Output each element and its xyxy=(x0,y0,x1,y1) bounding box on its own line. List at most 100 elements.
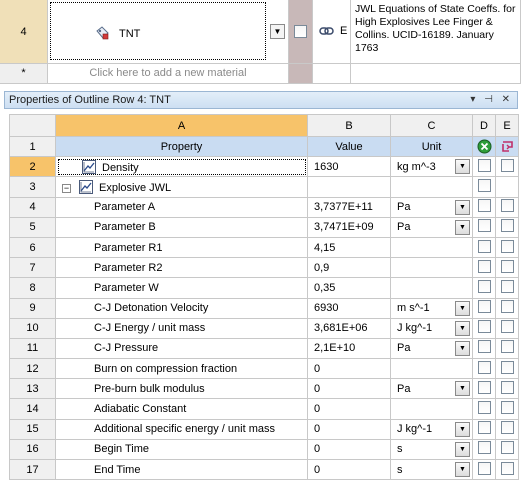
property-unit-cell[interactable] xyxy=(390,277,473,299)
parameter-checkbox[interactable] xyxy=(500,259,514,273)
property-value-cell[interactable]: 3,681E+06 xyxy=(307,317,391,339)
row-number[interactable]: 3 xyxy=(9,176,56,198)
property-chart-icon[interactable] xyxy=(79,179,93,194)
property-name-cell[interactable]: Parameter B xyxy=(55,216,308,238)
row-number[interactable]: 7 xyxy=(9,257,56,279)
property-value-cell[interactable]: 0,9 xyxy=(307,257,391,279)
property-unit-cell[interactable]: J kg^-1 ▼ xyxy=(390,418,473,440)
row-number[interactable]: 12 xyxy=(9,358,56,380)
property-name-cell[interactable]: Additional specific energy / unit mass xyxy=(55,418,308,440)
property-row[interactable]: 9 C-J Detonation Velocity 6930 m s^-1 ▼ xyxy=(9,297,519,319)
property-value-cell[interactable]: 0 xyxy=(307,358,391,380)
parameter-checkbox[interactable] xyxy=(500,158,514,172)
parameter-checkbox[interactable] xyxy=(500,421,514,435)
property-value-cell[interactable]: 0,35 xyxy=(307,277,391,299)
row-number[interactable]: 8 xyxy=(9,277,56,299)
property-unit-cell[interactable]: Pa ▼ xyxy=(390,378,473,400)
property-row[interactable]: 5 Parameter B 3,7471E+09 Pa ▼ xyxy=(9,216,519,238)
suppress-checkbox[interactable] xyxy=(477,158,491,172)
property-row[interactable]: 13 Pre-burn bulk modulus 0 Pa ▼ xyxy=(9,378,519,400)
property-unit-cell[interactable] xyxy=(390,236,473,259)
property-value-cell[interactable]: 0 xyxy=(307,438,391,461)
unit-dropdown-button[interactable]: ▼ xyxy=(455,219,470,235)
property-row[interactable]: 11 C-J Pressure 2,1E+10 Pa ▼ xyxy=(9,337,519,360)
row-number[interactable]: 4 xyxy=(9,196,56,218)
property-unit-cell[interactable]: kg m^-3 ▼ xyxy=(390,156,473,178)
property-unit-cell[interactable]: Pa ▼ xyxy=(390,216,473,238)
parameter-checkbox[interactable] xyxy=(500,380,514,394)
property-value-cell[interactable]: 3,7471E+09 xyxy=(307,216,391,238)
outline-checkbox[interactable] xyxy=(294,25,307,38)
property-name-cell[interactable]: Adiabatic Constant xyxy=(55,398,308,420)
property-unit-cell[interactable]: Pa ▼ xyxy=(390,337,473,360)
property-row[interactable]: 14 Adiabatic Constant 0 xyxy=(9,398,519,420)
property-row[interactable]: 2 Density 1630 kg m^-3 ▼ xyxy=(9,156,519,178)
row-number[interactable]: 16 xyxy=(9,438,56,461)
property-row[interactable]: 16 Begin Time 0 s ▼ xyxy=(9,438,519,461)
outline-row-number[interactable]: 4 xyxy=(0,0,48,64)
unit-dropdown-button[interactable]: ▼ xyxy=(455,381,470,397)
material-dropdown-button[interactable]: ▼ xyxy=(270,24,285,39)
property-value-cell[interactable]: 0 xyxy=(307,418,391,440)
parameter-checkbox[interactable] xyxy=(500,340,514,354)
material-name-cell[interactable]: TNT ▼ xyxy=(48,0,289,64)
panel-window-controls[interactable]: ▾ ⊣ ✕ xyxy=(470,92,513,108)
property-name-cell[interactable]: Pre-burn bulk modulus xyxy=(55,378,308,400)
property-row[interactable]: 7 Parameter R2 0,9 xyxy=(9,257,519,279)
property-name-cell[interactable]: C-J Pressure xyxy=(55,337,308,360)
suppress-checkbox[interactable] xyxy=(477,199,491,213)
column-header-b[interactable]: B xyxy=(307,114,391,137)
suppress-checkbox[interactable] xyxy=(477,300,491,314)
row-number[interactable]: 9 xyxy=(9,297,56,319)
unit-dropdown-button[interactable]: ▼ xyxy=(455,320,470,336)
row-number[interactable]: 15 xyxy=(9,418,56,440)
suppress-checkbox[interactable] xyxy=(477,279,491,293)
property-name-cell[interactable]: C-J Energy / unit mass xyxy=(55,317,308,339)
parameter-checkbox[interactable] xyxy=(500,401,514,415)
suppress-checkbox[interactable] xyxy=(477,219,491,233)
property-name-cell[interactable]: Begin Time xyxy=(55,438,308,461)
property-name-cell[interactable]: Burn on compression fraction xyxy=(55,358,308,380)
property-row[interactable]: 12 Burn on compression fraction 0 xyxy=(9,358,519,380)
parameter-checkbox[interactable] xyxy=(500,219,514,233)
property-name-cell[interactable]: Parameter R2 xyxy=(55,257,308,279)
property-value-cell[interactable]: 1630 xyxy=(307,156,391,178)
property-value-cell[interactable]: 3,7377E+11 xyxy=(307,196,391,218)
unit-dropdown-button[interactable]: ▼ xyxy=(455,441,470,457)
row-number[interactable]: 2 xyxy=(9,156,56,178)
property-unit-cell[interactable] xyxy=(390,358,473,380)
suppress-checkbox[interactable] xyxy=(477,340,491,354)
suppress-checkbox[interactable] xyxy=(477,239,491,253)
property-row[interactable]: 6 Parameter R1 4,15 xyxy=(9,236,519,259)
property-unit-cell[interactable] xyxy=(390,257,473,279)
property-value-cell[interactable]: 0 xyxy=(307,398,391,420)
property-unit-cell[interactable] xyxy=(390,398,473,420)
add-material-placeholder[interactable]: Click here to add a new material xyxy=(48,64,289,84)
property-unit-cell[interactable]: Pa ▼ xyxy=(390,196,473,218)
row-number[interactable]: 10 xyxy=(9,317,56,339)
property-value-cell[interactable]: 0 xyxy=(307,458,391,481)
row-number[interactable]: 13 xyxy=(9,378,56,400)
property-unit-cell[interactable]: s ▼ xyxy=(390,458,473,481)
parameter-checkbox[interactable] xyxy=(500,279,514,293)
property-unit-cell[interactable]: J kg^-1 ▼ xyxy=(390,317,473,339)
property-name-cell[interactable]: Parameter R1 xyxy=(55,236,308,259)
parameter-checkbox[interactable] xyxy=(500,461,514,475)
property-row[interactable]: 10 C-J Energy / unit mass 3,681E+06 J kg^-1… xyxy=(9,317,519,339)
suppress-checkbox[interactable] xyxy=(477,259,491,273)
unit-dropdown-button[interactable]: ▼ xyxy=(455,421,470,437)
property-unit-cell[interactable] xyxy=(390,176,473,198)
property-row[interactable]: 4 Parameter A 3,7377E+11 Pa ▼ xyxy=(9,196,519,218)
parameter-checkbox[interactable] xyxy=(500,360,514,374)
column-header-d[interactable]: D xyxy=(472,114,496,137)
suppress-checkbox[interactable] xyxy=(477,320,491,334)
collapse-icon[interactable]: − xyxy=(62,183,71,193)
column-header-c[interactable]: C xyxy=(390,114,473,137)
parameter-checkbox[interactable] xyxy=(500,199,514,213)
suppress-checkbox[interactable] xyxy=(477,461,491,475)
property-value-cell[interactable]: 6930 xyxy=(307,297,391,319)
suppress-checkbox[interactable] xyxy=(477,178,491,192)
row-number[interactable]: 11 xyxy=(9,337,56,360)
corner-cell[interactable] xyxy=(9,114,56,137)
parameter-checkbox[interactable] xyxy=(500,441,514,455)
